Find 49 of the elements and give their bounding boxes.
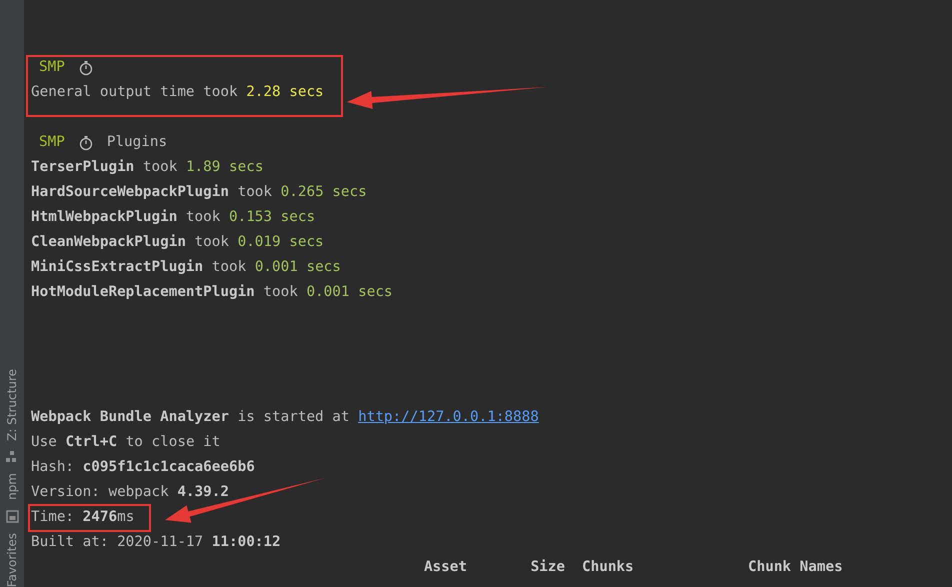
stopwatch-icon [78,60,93,76]
log-text: ms [117,508,134,527]
log-text: 11:00:12 [212,532,281,552]
sidebar-tab[interactable]: npm [3,472,21,500]
log-text: 0.153 secs [228,208,316,227]
log-text: HtmlWebpackPlugin [31,208,178,227]
log-text: MiniCssExtractPlugin [31,258,204,277]
log-tag: SMP [31,56,65,78]
log-text: Time: [31,508,76,527]
log-text: took [142,158,178,177]
log-text: TerserPlugin [31,158,134,177]
column-header: Chunk Names [748,558,843,575]
log-text: took [194,232,230,252]
log-text: c095f1c1c1caca6ee6b6 [82,458,255,477]
column-header: Asset [424,558,467,575]
log-text: 4.39.2 [177,482,229,502]
log-text: 2.28 secs [246,82,324,102]
log-text: 0.265 secs [280,182,367,202]
log-text: Ctrl+C [65,432,118,452]
log-text: General output time took [31,82,239,102]
log-text: took [262,282,299,302]
log-text: Hash: [31,458,76,477]
column-header: Chunks [582,558,634,575]
log-text: 0.001 secs [254,258,341,277]
log-text: Plugins [106,132,168,152]
sidebar-tab[interactable]: Z: Structure [3,368,21,441]
log-text: Version: webpack [31,482,170,502]
log-text: took [184,208,222,227]
log-text: Webpack Bundle Analyzer [31,408,229,427]
log-text: 0.019 secs [238,232,324,252]
url-link[interactable]: http://127.0.0.1:8888 [358,406,539,428]
log-text: is started at [236,408,350,427]
structure-icon [6,450,18,463]
column-header: Size [530,558,565,575]
log-text: 1.89 secs [186,158,264,177]
stopwatch-icon [78,134,93,150]
log-text: HardSourceWebpackPlugin [31,182,229,202]
log-text: Built at: 2020-11-17 [31,532,204,552]
sidebar-tab[interactable]: Favorites [3,532,21,587]
log-text: CleanWebpackPlugin [31,232,186,252]
log-tag: SMP [31,132,65,154]
square-icon [6,510,18,523]
log-text: took [210,258,248,277]
log-text: 2476 [82,508,118,527]
log-text: took [236,182,274,202]
log-text: to close it [124,432,220,452]
log-text: HotModuleReplacementPlugin [31,282,255,302]
log-text: Use [31,432,58,452]
log-text: 0.001 secs [306,282,393,302]
